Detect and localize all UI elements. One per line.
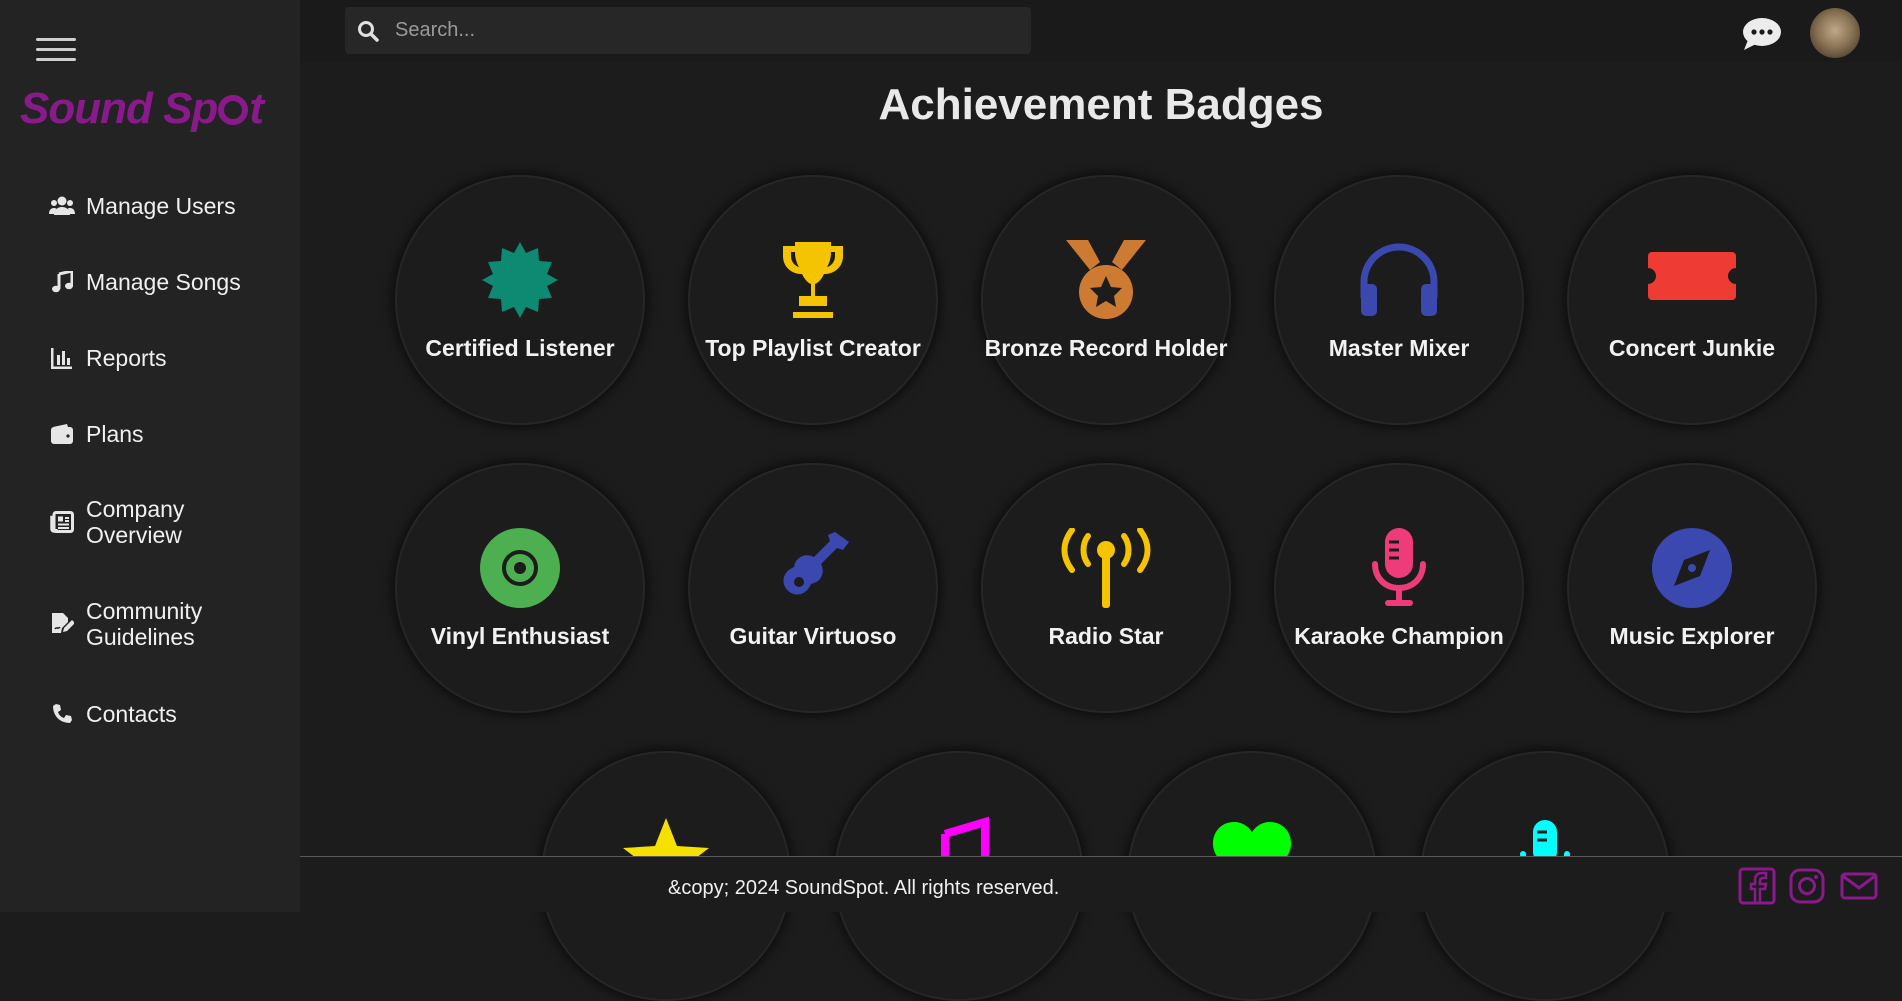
sidebar-item-label: Reports [86,345,167,371]
chat-icon[interactable] [1742,14,1782,54]
badge-label: Bronze Record Holder [984,335,1228,361]
wallet-icon [48,420,76,448]
badge-bronze-record-holder[interactable]: Bronze Record Holder [981,175,1231,425]
app-logo[interactable]: Sound Sp t [20,84,264,134]
sidebar-item-manage-songs[interactable]: Manage Songs [48,268,241,296]
badge-master-mixer[interactable]: Master Mixer [1274,175,1524,425]
facebook-icon[interactable] [1738,867,1776,905]
radio-tower-icon [1061,527,1151,608]
email-icon[interactable] [1840,867,1878,905]
certificate-icon [480,240,560,320]
badge-label: Concert Junkie [1608,335,1776,361]
search-input[interactable] [395,19,995,42]
file-signature-icon [48,610,76,638]
badge-vinyl-enthusiast[interactable]: Vinyl Enthusiast [395,463,645,713]
newspaper-icon [48,508,76,536]
logo-text: Sound Sp [20,84,218,133]
sidebar: Sound Sp t Manage Users Manage Songs Repo… [0,0,300,912]
avatar[interactable] [1810,8,1860,58]
badge-label: Top Playlist Creator [705,335,921,361]
medal-icon [1066,240,1146,320]
search-bar [345,7,1031,54]
badge-guitar-virtuoso[interactable]: Guitar Virtuoso [688,463,938,713]
sidebar-item-label: Contacts [86,701,177,727]
sidebar-item-label: Community Guidelines [86,598,203,650]
badge-label: Vinyl Enthusiast [430,623,610,649]
sidebar-item-contacts[interactable]: Contacts [48,700,177,728]
badge-label: Music Explorer [1609,623,1775,649]
badge-label: Master Mixer [1328,335,1470,361]
guitar-icon [773,528,853,608]
badge-top-playlist-creator[interactable]: Top Playlist Creator [688,175,938,425]
page-title: Achievement Badges [878,80,1324,129]
badge-concert-junkie[interactable]: Concert Junkie [1567,175,1817,425]
ticket-icon [1648,240,1736,320]
badge-karaoke-champion[interactable]: Karaoke Champion [1274,463,1524,713]
search-icon[interactable] [357,20,379,42]
headphones-icon [1359,240,1439,320]
sidebar-item-label: Manage Users [86,193,236,219]
sidebar-item-company-overview[interactable]: Company Overview [48,496,184,548]
users-icon [48,192,76,220]
badge-label: Certified Listener [425,335,615,361]
footer: &copy; 2024 SoundSpot. All rights reserv… [300,856,1902,912]
phone-icon [48,700,76,728]
badge-label: Karaoke Champion [1294,623,1504,649]
logo-ring-icon [218,95,249,125]
record-icon [480,528,560,608]
sidebar-item-label: Company Overview [86,496,185,548]
badge-radio-star[interactable]: Radio Star [981,463,1231,713]
bar-chart-icon [48,344,76,372]
trophy-icon [773,240,853,320]
badge-certified-listener[interactable]: Certified Listener [395,175,645,425]
sidebar-item-label: Plans [86,421,144,447]
logo-text-end: t [249,84,264,133]
compass-icon [1652,528,1732,608]
hamburger-menu-icon[interactable] [36,36,76,64]
copyright-text: &copy; 2024 SoundSpot. All rights reserv… [668,877,1060,899]
sidebar-item-manage-users[interactable]: Manage Users [48,192,236,220]
sidebar-item-reports[interactable]: Reports [48,344,167,372]
badge-music-explorer[interactable]: Music Explorer [1567,463,1817,713]
music-note-icon [48,268,76,296]
microphone-icon [1359,528,1439,608]
sidebar-item-label: Manage Songs [86,269,241,295]
instagram-icon[interactable] [1788,867,1826,905]
sidebar-item-plans[interactable]: Plans [48,420,144,448]
badge-label: Radio Star [1048,623,1164,649]
badge-label: Guitar Virtuoso [729,623,897,649]
sidebar-item-community-guidelines[interactable]: Community Guidelines [48,598,202,650]
